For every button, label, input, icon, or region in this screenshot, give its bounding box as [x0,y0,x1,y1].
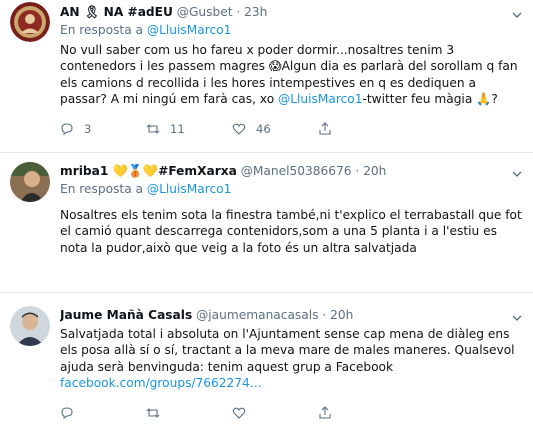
display-name[interactable]: mriba1 💛🥉💛#FemXarxa [60,164,237,178]
heart-medal-emoji: 💛🥉💛 [112,164,159,178]
tweet-3[interactable]: Jaume Mañà Casals @jaumemanacasals · 20h… [0,293,533,429]
retweet-button[interactable]: 11 [146,122,232,136]
display-name[interactable]: Jaume Mañà Casals [60,308,192,322]
user-handle[interactable]: @Manel50386676 [241,164,352,178]
display-name[interactable]: AN 🎗 NA #adEU [60,5,173,19]
share-button[interactable] [318,122,404,136]
shocked-emoji: 😱 [268,59,282,74]
share-icon [319,406,331,419]
timestamp[interactable]: 20h [363,164,386,178]
like-icon [232,123,246,135]
retweet-icon [146,124,160,134]
tweet-text: Salvatjada total i absoluta on l'Ajuntam… [60,327,515,390]
ribbon-emoji: 🎗 [83,5,100,19]
reply-mention[interactable]: @LluisMarco1 [147,182,231,196]
reply-context: En resposta a @LluisMarco1 [60,23,232,37]
share-icon [319,122,331,135]
tweet-header: Jaume Mañà Casals @jaumemanacasals · 20h [60,308,354,322]
like-button[interactable] [232,406,318,420]
share-button[interactable] [318,406,404,420]
tweet-text: Nosaltres els tenim sota la finestra tam… [60,208,522,255]
tweet-2[interactable]: mriba1 💛🥉💛#FemXarxa @Manel50386676 · 20h… [0,153,533,293]
reply-context: En resposta a @LluisMarco1 [60,182,232,196]
reply-button[interactable] [60,406,146,420]
like-icon [232,407,246,419]
tweet-1[interactable]: AN 🎗 NA #adEU @Gusbet · 23h En resposta … [0,0,533,153]
retweet-icon [146,408,160,418]
tweet-text: No vull saber com us ho fareu x poder do… [60,43,518,106]
tweet-actions: 3 11 46 [60,122,404,136]
like-button[interactable]: 46 [232,122,318,136]
tweet-header: AN 🎗 NA #adEU @Gusbet · 23h [60,5,268,19]
user-handle[interactable]: @Gusbet [177,5,233,19]
timestamp[interactable]: 23h [244,5,267,19]
reply-icon [61,123,73,136]
chevron-down-icon[interactable] [511,313,523,323]
chevron-down-icon[interactable] [511,10,523,20]
pray-emoji: 🙏 [476,91,492,106]
avatar[interactable] [10,306,50,346]
tweet-actions [60,406,404,420]
facebook-group-link[interactable]: facebook.com/groups/7662274… [60,376,262,390]
retweet-button[interactable] [146,406,232,420]
reply-mention[interactable]: @LluisMarco1 [147,23,231,37]
chevron-down-icon[interactable] [511,169,523,179]
tweet-header: mriba1 💛🥉💛#FemXarxa @Manel50386676 · 20h [60,164,387,178]
mention-link[interactable]: @LluisMarco1 [278,92,362,106]
user-handle[interactable]: @jaumemanacasals [196,308,318,322]
reply-icon [61,407,73,420]
reply-button[interactable]: 3 [60,122,146,136]
avatar[interactable] [10,162,50,202]
timestamp[interactable]: 20h [330,308,353,322]
avatar[interactable] [10,2,50,42]
